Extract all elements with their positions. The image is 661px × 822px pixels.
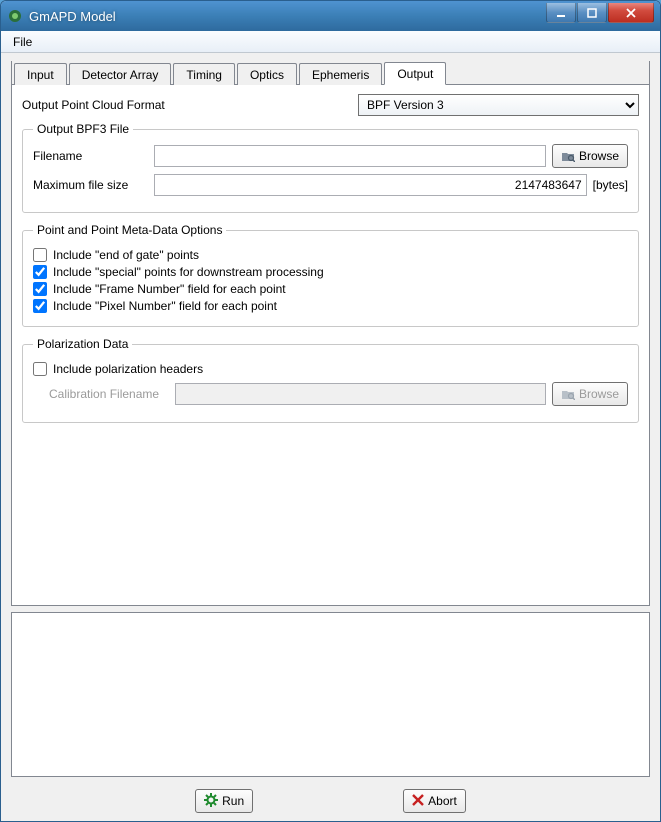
minimize-button[interactable] [546,3,576,23]
filename-label: Filename [33,149,148,163]
check-special[interactable] [33,265,47,279]
menu-file[interactable]: File [5,33,40,51]
group-polarization-legend: Polarization Data [33,337,132,351]
window-title: GmAPD Model [29,9,546,24]
abort-label: Abort [428,794,457,808]
footer-buttons: Run Abort [11,783,650,815]
tab-strip: Input Detector Array Timing Optics Ephem… [12,61,649,85]
run-label: Run [222,794,244,808]
maxfile-label: Maximum file size [33,178,148,192]
main-window: GmAPD Model File Input Detector Array Ti… [0,0,661,822]
group-meta-legend: Point and Point Meta-Data Options [33,223,226,237]
tab-timing[interactable]: Timing [173,63,235,85]
group-output-bpf-legend: Output BPF3 File [33,122,133,136]
format-select[interactable]: BPF Version 3 [358,94,639,116]
calibration-input [175,383,546,405]
format-label: Output Point Cloud Format [22,98,352,112]
check-polarization-label: Include polarization headers [53,362,203,376]
check-end-of-gate[interactable] [33,248,47,262]
menubar: File [1,31,660,53]
maxfile-input[interactable] [154,174,587,196]
minimize-icon [556,8,566,18]
maxfile-unit: [bytes] [593,178,628,192]
check-frame-number-label: Include "Frame Number" field for each po… [53,282,286,296]
calibration-browse-button: Browse [552,382,628,406]
run-button[interactable]: Run [195,789,253,813]
tab-detector-array[interactable]: Detector Array [69,63,172,85]
titlebar: GmAPD Model [1,1,660,31]
folder-search-icon [561,150,575,162]
check-frame-number[interactable] [33,282,47,296]
abort-button[interactable]: Abort [403,789,466,813]
calibration-browse-label: Browse [579,387,619,401]
maximize-button[interactable] [577,3,607,23]
group-output-bpf: Output BPF3 File Filename Browse Maximum… [22,122,639,213]
close-button[interactable] [608,3,654,23]
tab-panel-output: Output Point Cloud Format BPF Version 3 … [12,86,649,605]
check-pixel-number-label: Include "Pixel Number" field for each po… [53,299,277,313]
maximize-icon [587,8,597,18]
browse-label: Browse [579,149,619,163]
calibration-label: Calibration Filename [49,387,169,401]
app-icon [7,8,23,24]
tab-container: Input Detector Array Timing Optics Ephem… [11,61,650,606]
close-icon [626,8,636,18]
check-special-label: Include "special" points for downstream … [53,265,324,279]
gear-run-icon [204,793,218,810]
group-polarization: Polarization Data Include polarization h… [22,337,639,423]
filename-input[interactable] [154,145,546,167]
tab-ephemeris[interactable]: Ephemeris [299,63,382,85]
filename-browse-button[interactable]: Browse [552,144,628,168]
log-panel [11,612,650,777]
check-polarization[interactable] [33,362,47,376]
tab-output[interactable]: Output [384,62,446,85]
group-meta-options: Point and Point Meta-Data Options Includ… [22,223,639,327]
folder-search-icon [561,388,575,400]
tab-input[interactable]: Input [14,63,67,85]
cancel-icon [412,794,424,809]
tab-optics[interactable]: Optics [237,63,297,85]
check-end-of-gate-label: Include "end of gate" points [53,248,199,262]
check-pixel-number[interactable] [33,299,47,313]
